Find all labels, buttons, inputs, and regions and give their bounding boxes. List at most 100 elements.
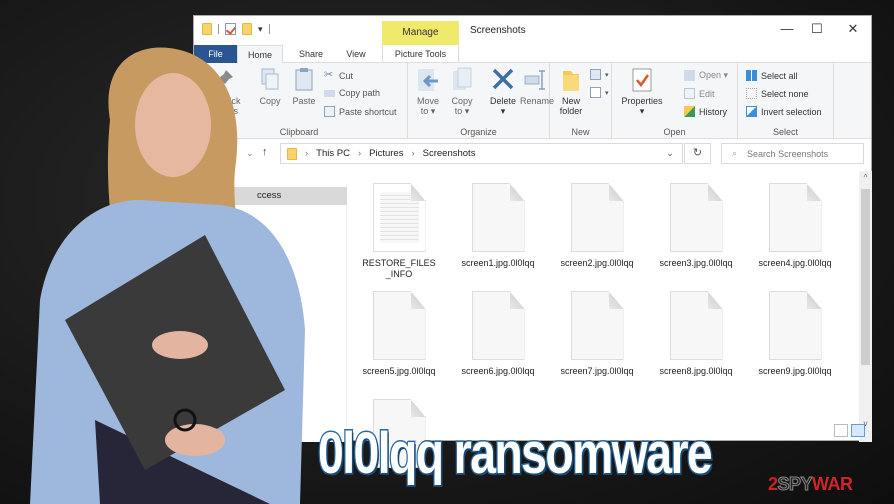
customize-toolbar-icon[interactable]: ▾ (258, 24, 263, 35)
details-view-button[interactable] (834, 424, 848, 437)
edit-icon (684, 88, 695, 99)
history-label: History (699, 106, 728, 117)
new-item-button[interactable]: ▾ (590, 69, 609, 80)
title-bar: ▾ Manage Screenshots — ☐ ✕ (194, 16, 871, 45)
address-bar[interactable]: › This PC › Pictures › Screenshots ⌄ (280, 143, 683, 164)
invert-selection-label: Invert selection (761, 106, 822, 117)
select-none-icon (746, 88, 757, 99)
manage-tab[interactable]: Manage (382, 21, 459, 45)
move-to-button[interactable]: Move to ▾ (414, 67, 442, 116)
quick-access-toolbar: ▾ (202, 23, 270, 35)
file-name: screen9.jpg.0l0lqq (758, 366, 832, 376)
file-name: screen8.jpg.0l0lqq (659, 366, 733, 376)
properties-check-icon[interactable] (225, 23, 236, 35)
copy-button[interactable]: Copy (254, 67, 286, 106)
breadcrumb-this-pc[interactable]: This PC (316, 148, 350, 159)
vertical-scrollbar[interactable]: ^ v (859, 171, 872, 442)
properties-label: Properties (621, 96, 663, 106)
navigation-bar: → ⌄ ↑ › This PC › Pictures › Screenshots… (194, 140, 871, 168)
copy-path-button[interactable]: Copy path (324, 88, 380, 98)
headline-title: 0l0lqq ransomware (317, 420, 714, 488)
easy-access-icon (590, 87, 601, 98)
new-folder-icon[interactable] (242, 23, 252, 35)
file-item[interactable]: screen8.jpg.0l0lqq (657, 291, 735, 377)
sidebar-item-quick-access[interactable]: ccess (194, 187, 347, 205)
select-all-button[interactable]: Select all (746, 70, 798, 81)
file-item[interactable]: screen9.jpg.0l0lqq (756, 291, 834, 377)
file-name: RESTORE_FILES_INFO (362, 258, 436, 279)
select-none-button[interactable]: Select none (746, 88, 809, 99)
cut-label: Cut (339, 70, 354, 81)
rename-button[interactable]: Rename (520, 67, 554, 106)
paste-shortcut-button[interactable]: Paste shortcut (324, 106, 397, 117)
ribbon: to Quick access Copy Paste ✂ Cut Copy pat… (194, 63, 871, 139)
edit-button[interactable]: Edit (684, 88, 715, 99)
search-box[interactable]: ⌕ Search Screenshots (721, 143, 864, 164)
history-button[interactable]: History (684, 106, 727, 117)
copy-label: Copy (259, 96, 281, 106)
file-item[interactable]: screen7.jpg.0l0lqq (558, 291, 636, 377)
file-name: screen7.jpg.0l0lqq (560, 366, 634, 376)
invert-selection-button[interactable]: Invert selection (746, 106, 822, 117)
pin-label: to Quick (207, 96, 241, 106)
edit-label: Edit (699, 88, 715, 99)
text-document-icon (372, 183, 426, 252)
recent-locations-button[interactable]: ⌄ (246, 148, 254, 159)
file-item[interactable]: screen3.jpg.0l0lqq (657, 183, 735, 269)
blank-file-icon (471, 291, 525, 360)
breadcrumb-screenshots[interactable]: Screenshots (423, 148, 476, 159)
maximize-button[interactable]: ☐ (802, 21, 832, 37)
scrollbar-thumb[interactable] (861, 189, 870, 365)
window-title: Screenshots (470, 25, 526, 36)
folder-icon[interactable] (202, 23, 212, 35)
file-list: RESTORE_FILES_INFO screen1.jpg.0l0lqq scre… (349, 171, 859, 468)
properties-icon (630, 67, 654, 93)
forward-button[interactable]: → (227, 146, 238, 158)
move-to-icon (416, 67, 440, 93)
tab-picture-tools[interactable]: Picture Tools (382, 45, 459, 63)
cut-button[interactable]: ✂ Cut (324, 70, 353, 81)
logo-war: WAR (812, 474, 853, 494)
new-group-label: New (571, 127, 590, 137)
paste-button[interactable]: Paste (288, 67, 320, 106)
file-item[interactable]: screen2.jpg.0l0lqq (558, 183, 636, 269)
file-item[interactable]: screen1.jpg.0l0lqq (459, 183, 537, 269)
tab-home[interactable]: Home (237, 45, 283, 64)
tab-view[interactable]: View (335, 45, 377, 63)
large-icons-view-button[interactable] (851, 424, 865, 437)
file-name: screen6.jpg.0l0lqq (461, 366, 535, 376)
file-item[interactable]: screen4.jpg.0l0lqq (756, 183, 834, 269)
paste-shortcut-icon (324, 106, 335, 117)
properties-button[interactable]: Properties ▾ (618, 67, 666, 116)
breadcrumb-separator: › (357, 148, 362, 159)
pin-to-quick-access-button[interactable]: to Quick access (200, 67, 248, 116)
new-folder-icon (559, 67, 583, 93)
select-all-label: Select all (761, 70, 798, 81)
open-group-label: Open (663, 127, 686, 137)
refresh-button[interactable]: ↻ (684, 143, 711, 164)
divider (218, 24, 219, 34)
navigation-pane: ccess (194, 184, 347, 442)
tab-file[interactable]: File (194, 45, 237, 63)
blank-file-icon (669, 291, 723, 360)
delete-button[interactable]: Delete ▾ (486, 67, 520, 116)
2spyware-logo: 2SPYWAR (768, 474, 853, 495)
minimize-button[interactable]: — (772, 21, 802, 36)
easy-access-button[interactable]: ▾ (590, 87, 609, 98)
delete-dropdown-arrow: ▾ (500, 106, 506, 116)
address-dropdown-icon[interactable]: ⌄ (666, 148, 674, 159)
file-item[interactable]: screen5.jpg.0l0lqq (360, 291, 438, 377)
blank-file-icon (570, 183, 624, 252)
close-button[interactable]: ✕ (838, 21, 868, 37)
copy-to-button[interactable]: Copy to ▾ (448, 67, 476, 116)
file-name: screen2.jpg.0l0lqq (560, 258, 634, 268)
tab-share[interactable]: Share (289, 45, 333, 63)
scroll-up-arrow[interactable]: ^ (859, 173, 872, 182)
copy-icon (258, 67, 282, 93)
open-button[interactable]: Open ▾ (684, 70, 728, 81)
file-item[interactable]: RESTORE_FILES_INFO (360, 183, 438, 280)
new-folder-button[interactable]: New folder (556, 67, 586, 116)
up-button[interactable]: ↑ (262, 146, 268, 158)
breadcrumb-pictures[interactable]: Pictures (369, 148, 403, 159)
file-item[interactable]: screen6.jpg.0l0lqq (459, 291, 537, 377)
